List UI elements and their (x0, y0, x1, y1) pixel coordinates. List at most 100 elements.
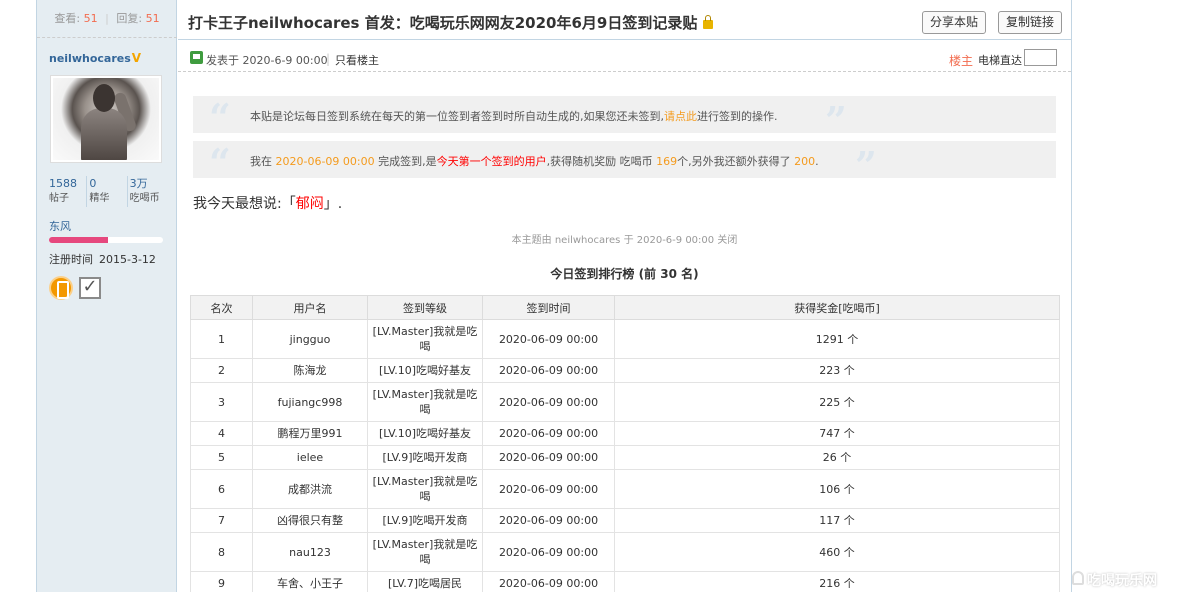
notice-text-b: 进行签到的操作. (697, 110, 778, 123)
ranking-title: 今日签到排行榜 (前 30 名) (550, 267, 699, 281)
reg-date: 2015-3-12 (99, 253, 156, 266)
checkin-time: 2020-06-09 00:00 (275, 155, 375, 168)
quote-close-icon: ” (825, 98, 847, 143)
level-cell: [LV.9]吃喝开发商 (367, 445, 483, 470)
notice-text: 本贴是论坛每日签到系统在每天的第一位签到者签到时所自动生成的,如果您还未签到,请… (250, 108, 778, 124)
level-cell: [LV.10]吃喝好基友 (367, 421, 483, 446)
post-meta: 发表于 2020-6-9 00:00 | 只看楼主 楼主 电梯直达 (178, 44, 1071, 72)
author-sidebar: 查看: 51 | 回复: 51 neilwhocaresV 1588 帖子 0 … (37, 0, 177, 592)
avatar-body (81, 108, 127, 160)
level-cell: [LV.9]吃喝开发商 (367, 508, 483, 533)
stat-coins[interactable]: 3万 吃喝币 (126, 176, 167, 207)
author-name-link[interactable]: neilwhocaresV (49, 51, 141, 65)
quote-close-icon: ” (855, 143, 877, 188)
user-group-link[interactable]: 东风 (49, 218, 71, 234)
post-time: 发表于 2020-6-9 00:00 (206, 54, 328, 67)
time-cell: 2020-06-09 00:00 (482, 469, 615, 509)
reward-amount: 169 (656, 155, 678, 168)
stats-divider: | (105, 12, 109, 25)
checkin-text-a: 我在 (250, 155, 276, 168)
page-margin (0, 0, 36, 592)
prize-cell: 747 个 (614, 421, 1060, 446)
system-notice: “ 本贴是论坛每日签到系统在每天的第一位签到者签到时所自动生成的,如果您还未签到… (193, 96, 1056, 140)
time-cell: 2020-06-09 00:00 (482, 532, 615, 572)
watermark: 吃喝玩乐网 (1087, 573, 1157, 589)
level-cell: [LV.7]吃喝居民 (367, 571, 483, 592)
vip-icon: V (131, 51, 142, 65)
extra-amount: 200 (794, 155, 816, 168)
stat-posts[interactable]: 1588 帖子 (49, 176, 86, 207)
level-progress-fill (49, 237, 109, 243)
quote-open-icon: “ (209, 140, 231, 185)
level-cell: [LV.Master]我就是吃喝 (367, 532, 483, 572)
closed-note: 本主题由 neilwhocares 于 2020-6-9 00:00 关闭 (511, 235, 738, 246)
user-cell: fujiangc998 (252, 382, 368, 422)
author-stats: 1588 帖子 0 精华 3万 吃喝币 (49, 176, 167, 207)
avatar-image (53, 78, 159, 160)
checkin-record: “ 我在 2020-06-09 00:00 完成签到,是今天第一个签到的用户,获… (193, 141, 1056, 185)
views-label: 查看: (54, 12, 81, 25)
mood-word: 郁闷 (295, 196, 324, 212)
elevator-label: 电梯直达 (978, 54, 1022, 67)
mobile-medal-icon[interactable] (49, 276, 73, 300)
rank-cell: 5 (190, 445, 253, 470)
copy-link-button[interactable]: 复制链接 (998, 11, 1062, 34)
level-cell: [LV.Master]我就是吃喝 (367, 469, 483, 509)
thread-header: 打卡王子neilwhocares 首发：吃喝玩乐网网友2020年6月9日签到记录… (178, 0, 1071, 40)
lock-icon (703, 15, 714, 29)
table-row: 3 fujiangc998 [LV.Master]我就是吃喝 2020-06-0… (190, 382, 1060, 422)
table-row: 2 陈海龙 [LV.10]吃喝好基友 2020-06-09 00:00 223 … (190, 358, 1060, 383)
stat-posts-value: 1588 (49, 177, 77, 190)
online-icon (190, 51, 203, 64)
time-cell: 2020-06-09 00:00 (482, 421, 615, 446)
elevator-input[interactable] (1024, 49, 1057, 66)
floor-label: 楼主 (949, 54, 974, 68)
level-progress-bar (49, 237, 163, 243)
rank-cell: 1 (190, 319, 253, 359)
checkin-text-d: 个,另外我还额外获得了 (677, 155, 795, 168)
time-cell: 2020-06-09 00:00 (482, 319, 615, 359)
replies-label: 回复: (116, 12, 143, 25)
only-op-link[interactable]: 只看楼主 (335, 52, 379, 68)
checkin-text-b: 完成签到,是 (374, 155, 437, 168)
thread-title: 打卡王子neilwhocares 首发：吃喝玩乐网网友2020年6月9日签到记录… (188, 12, 714, 33)
stat-digest-value: 0 (89, 177, 97, 190)
time-cell: 2020-06-09 00:00 (482, 382, 615, 422)
stat-coins-label: 吃喝币 (129, 193, 160, 204)
col-rank: 名次 (190, 295, 253, 320)
thread-title-text: 打卡王子neilwhocares 首发：吃喝玩乐网网友2020年6月9日签到记录… (188, 14, 698, 32)
user-cell: 鹏程万里991 (252, 421, 368, 446)
author-name: neilwhocares (49, 52, 131, 65)
prize-cell: 225 个 (614, 382, 1060, 422)
checkin-text: 我在 2020-06-09 00:00 完成签到,是今天第一个签到的用户,获得随… (250, 153, 819, 169)
table-row: 7 凶得很只有整 [LV.9]吃喝开发商 2020-06-09 00:00 11… (190, 508, 1060, 533)
watermark-icon (1072, 571, 1084, 585)
user-cell: 车舍、小王子 (252, 571, 368, 592)
rank-cell: 4 (190, 421, 253, 446)
views-count: 51 (83, 12, 98, 25)
meta-divider: | (326, 52, 331, 66)
avatar[interactable] (50, 75, 162, 163)
replies-count: 51 (145, 12, 160, 25)
user-cell: 陈海龙 (252, 358, 368, 383)
table-row: 5 ielee [LV.9]吃喝开发商 2020-06-09 00:00 26 … (190, 445, 1060, 470)
stat-coins-value: 3万 (129, 177, 148, 190)
checkin-text-e: . (815, 155, 819, 168)
stat-digest[interactable]: 0 精华 (86, 176, 126, 207)
mood-prefix: 我今天最想说:「 (193, 196, 296, 212)
quote-open-icon: “ (209, 95, 231, 140)
share-button[interactable]: 分享本贴 (922, 11, 986, 34)
checkin-medal-icon[interactable]: ✓ (79, 277, 101, 299)
col-prize: 获得奖金[吃喝币] (614, 295, 1060, 320)
checkin-link[interactable]: 请点此 (664, 110, 697, 123)
time-cell: 2020-06-09 00:00 (482, 508, 615, 533)
user-cell: 凶得很只有整 (252, 508, 368, 533)
user-cell: jingguo (252, 319, 368, 359)
time-cell: 2020-06-09 00:00 (482, 445, 615, 470)
first-checkin-text: 今天第一个签到的用户 (436, 155, 547, 168)
checkin-text-c: ,获得随机奖励 吃喝币 (546, 155, 657, 168)
col-time: 签到时间 (482, 295, 615, 320)
time-cell: 2020-06-09 00:00 (482, 358, 615, 383)
mood-line: 我今天最想说:「郁闷」. (193, 193, 342, 213)
table-row: 9 车舍、小王子 [LV.7]吃喝居民 2020-06-09 00:00 216… (190, 571, 1060, 592)
